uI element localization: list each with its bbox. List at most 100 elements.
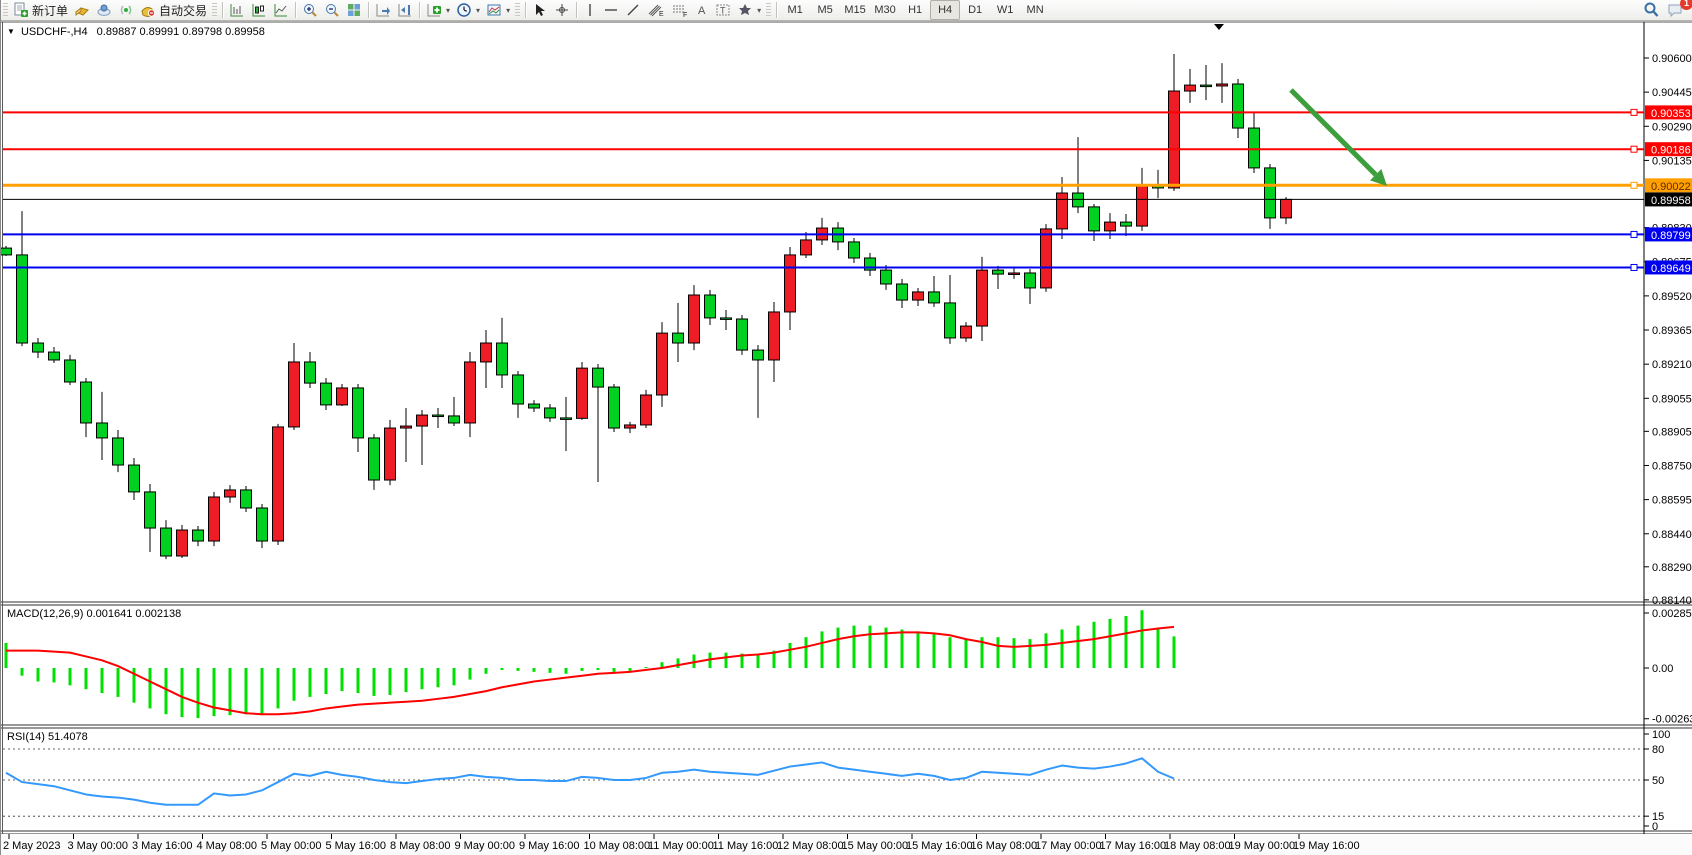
- search-button[interactable]: [1639, 1, 1663, 19]
- svg-text:0.89958: 0.89958: [1651, 195, 1691, 207]
- templates-button[interactable]: ▾: [483, 1, 513, 19]
- svg-text:11 May 16:00: 11 May 16:00: [713, 840, 779, 852]
- vertical-line-icon: [583, 2, 597, 18]
- horizontal-line-tool-button[interactable]: [600, 1, 622, 19]
- crosshair-tool-button[interactable]: [551, 1, 573, 19]
- trendline-icon: [625, 2, 641, 18]
- zoom-in-button[interactable]: [299, 1, 321, 19]
- svg-text:0.88290: 0.88290: [1652, 562, 1692, 574]
- community-button[interactable]: [93, 1, 115, 19]
- cursor-icon: [532, 2, 548, 18]
- signals-button[interactable]: [115, 1, 137, 19]
- one-click-collapse-icon[interactable]: ▼: [7, 27, 15, 36]
- svg-text:0.002855: 0.002855: [1652, 608, 1692, 620]
- arrows-tool-button[interactable]: ▾: [734, 1, 764, 19]
- zoom-out-icon: [324, 2, 340, 18]
- svg-text:T: T: [720, 6, 726, 16]
- auto-scroll-icon: [375, 2, 391, 18]
- zoom-out-button[interactable]: [321, 1, 343, 19]
- svg-text:12 May 08:00: 12 May 08:00: [777, 840, 844, 852]
- timeframe-m15[interactable]: M15: [840, 0, 870, 20]
- chevron-down-icon: ▾: [757, 6, 761, 15]
- svg-text:F: F: [683, 12, 687, 18]
- timeframe-mn[interactable]: MN: [1020, 0, 1050, 20]
- svg-text:16 May 08:00: 16 May 08:00: [971, 840, 1038, 852]
- horizontal-line-icon: [603, 2, 619, 18]
- autotrading-icon: [140, 2, 156, 18]
- line-chart-button[interactable]: [270, 1, 292, 19]
- svg-text:0.90186: 0.90186: [1651, 145, 1691, 157]
- svg-text:5 May 00:00: 5 May 00:00: [261, 840, 322, 852]
- svg-text:0: 0: [1652, 821, 1658, 833]
- notification-badge: 1: [1680, 0, 1692, 10]
- market-button[interactable]: [71, 1, 93, 19]
- svg-text:10 May 08:00: 10 May 08:00: [584, 840, 651, 852]
- macd-header: MACD(12,26,9) 0.001641 0.002138: [7, 608, 181, 620]
- new-order-button[interactable]: 新订单: [10, 1, 71, 19]
- timeframe-m5[interactable]: M5: [810, 0, 840, 20]
- panel-frames: [1, 22, 1692, 855]
- community-cloud-icon: [96, 2, 112, 18]
- chart-area[interactable]: 0.906000.904450.902900.901350.898300.896…: [1, 20, 1692, 855]
- timeframe-m1[interactable]: M1: [780, 0, 810, 20]
- periods-button[interactable]: ▾: [453, 1, 483, 19]
- bar-chart-button[interactable]: [226, 1, 248, 19]
- bar-chart-icon: [229, 2, 245, 18]
- mt4-window: 新订单 自动交易 ▾ ▾ ▾: [0, 0, 1692, 855]
- svg-text:0.89210: 0.89210: [1652, 359, 1692, 371]
- svg-text:3 May 16:00: 3 May 16:00: [132, 840, 193, 852]
- chart-shift-button[interactable]: [394, 1, 416, 19]
- svg-text:18 May 08:00: 18 May 08:00: [1164, 840, 1231, 852]
- timeframe-d1[interactable]: D1: [960, 0, 990, 20]
- notifications-button[interactable]: 1: [1663, 1, 1687, 19]
- vertical-line-tool-button[interactable]: [580, 1, 600, 19]
- tile-windows-button[interactable]: [343, 1, 365, 19]
- timeframe-h4[interactable]: H4: [930, 0, 960, 20]
- label-icon: T: [715, 2, 731, 18]
- svg-text:9 May 16:00: 9 May 16:00: [519, 840, 580, 852]
- ohlc-values: 0.89887 0.89991 0.89798 0.89958: [97, 26, 265, 38]
- timeframe-w1[interactable]: W1: [990, 0, 1020, 20]
- svg-text:17 May 16:00: 17 May 16:00: [1100, 840, 1167, 852]
- svg-text:3 May 00:00: 3 May 00:00: [68, 840, 129, 852]
- line-chart-icon: [273, 2, 289, 18]
- svg-text:0.89799: 0.89799: [1651, 230, 1691, 242]
- svg-text:0.88750: 0.88750: [1652, 460, 1692, 472]
- toolbar: 新订单 自动交易 ▾ ▾ ▾: [1, 0, 1692, 21]
- timeframe-m30[interactable]: M30: [870, 0, 900, 20]
- text-icon: A: [695, 2, 709, 18]
- add-indicator-icon: [426, 2, 442, 18]
- svg-text:100: 100: [1652, 729, 1670, 741]
- svg-text:11 May 00:00: 11 May 00:00: [648, 840, 714, 852]
- svg-text:19 May 16:00: 19 May 16:00: [1293, 840, 1360, 852]
- search-icon: [1642, 1, 1660, 19]
- svg-text:19 May 00:00: 19 May 00:00: [1229, 840, 1296, 852]
- svg-text:5 May 16:00: 5 May 16:00: [326, 840, 387, 852]
- svg-text:4 May 08:00: 4 May 08:00: [197, 840, 258, 852]
- chart-shift-icon: [397, 2, 413, 18]
- svg-text:8 May 08:00: 8 May 08:00: [390, 840, 451, 852]
- timeframe-h1[interactable]: H1: [900, 0, 930, 20]
- symbol-period-label: USDCHF-,H4: [21, 26, 88, 38]
- candle-chart-button[interactable]: [248, 1, 270, 19]
- label-tool-button[interactable]: T: [712, 1, 734, 19]
- svg-text:0.88595: 0.88595: [1652, 495, 1692, 507]
- svg-text:0.90290: 0.90290: [1652, 121, 1692, 133]
- toolbar-grip[interactable]: [3, 3, 8, 17]
- svg-text:0.90135: 0.90135: [1652, 155, 1692, 167]
- auto-trading-button[interactable]: 自动交易: [137, 1, 210, 19]
- channel-tool-button[interactable]: E: [644, 1, 668, 19]
- crosshair-icon: [554, 2, 570, 18]
- svg-text:80: 80: [1652, 744, 1664, 756]
- text-tool-button[interactable]: A: [692, 1, 712, 19]
- add-indicator-button[interactable]: ▾: [423, 1, 453, 19]
- svg-text:15 May 16:00: 15 May 16:00: [906, 840, 973, 852]
- auto-scroll-button[interactable]: [372, 1, 394, 19]
- svg-text:E: E: [659, 11, 664, 18]
- svg-text:50: 50: [1652, 775, 1664, 787]
- gold-bar-icon: [74, 2, 90, 18]
- cursor-tool-button[interactable]: [529, 1, 551, 19]
- trendline-tool-button[interactable]: [622, 1, 644, 19]
- tile-windows-icon: [346, 2, 362, 18]
- fibonacci-tool-button[interactable]: F: [668, 1, 692, 19]
